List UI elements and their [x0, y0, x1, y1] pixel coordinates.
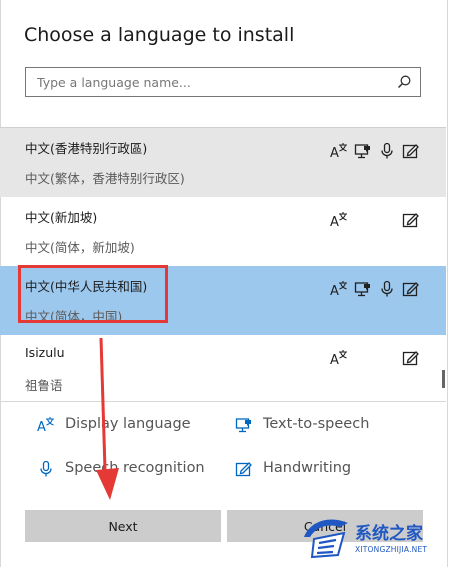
- site-watermark: 系统之家 XITONGZHIJIA.NET: [300, 513, 450, 563]
- watermark-logo-icon: [304, 519, 348, 559]
- watermark-text: 系统之家: [355, 524, 423, 544]
- watermark-url: XITONGZHIJIA.NET: [355, 545, 428, 554]
- install-language-dialog: Choose a language to install 中文(香港特别行政區)…: [0, 0, 451, 567]
- annotation-arrow: [96, 337, 119, 500]
